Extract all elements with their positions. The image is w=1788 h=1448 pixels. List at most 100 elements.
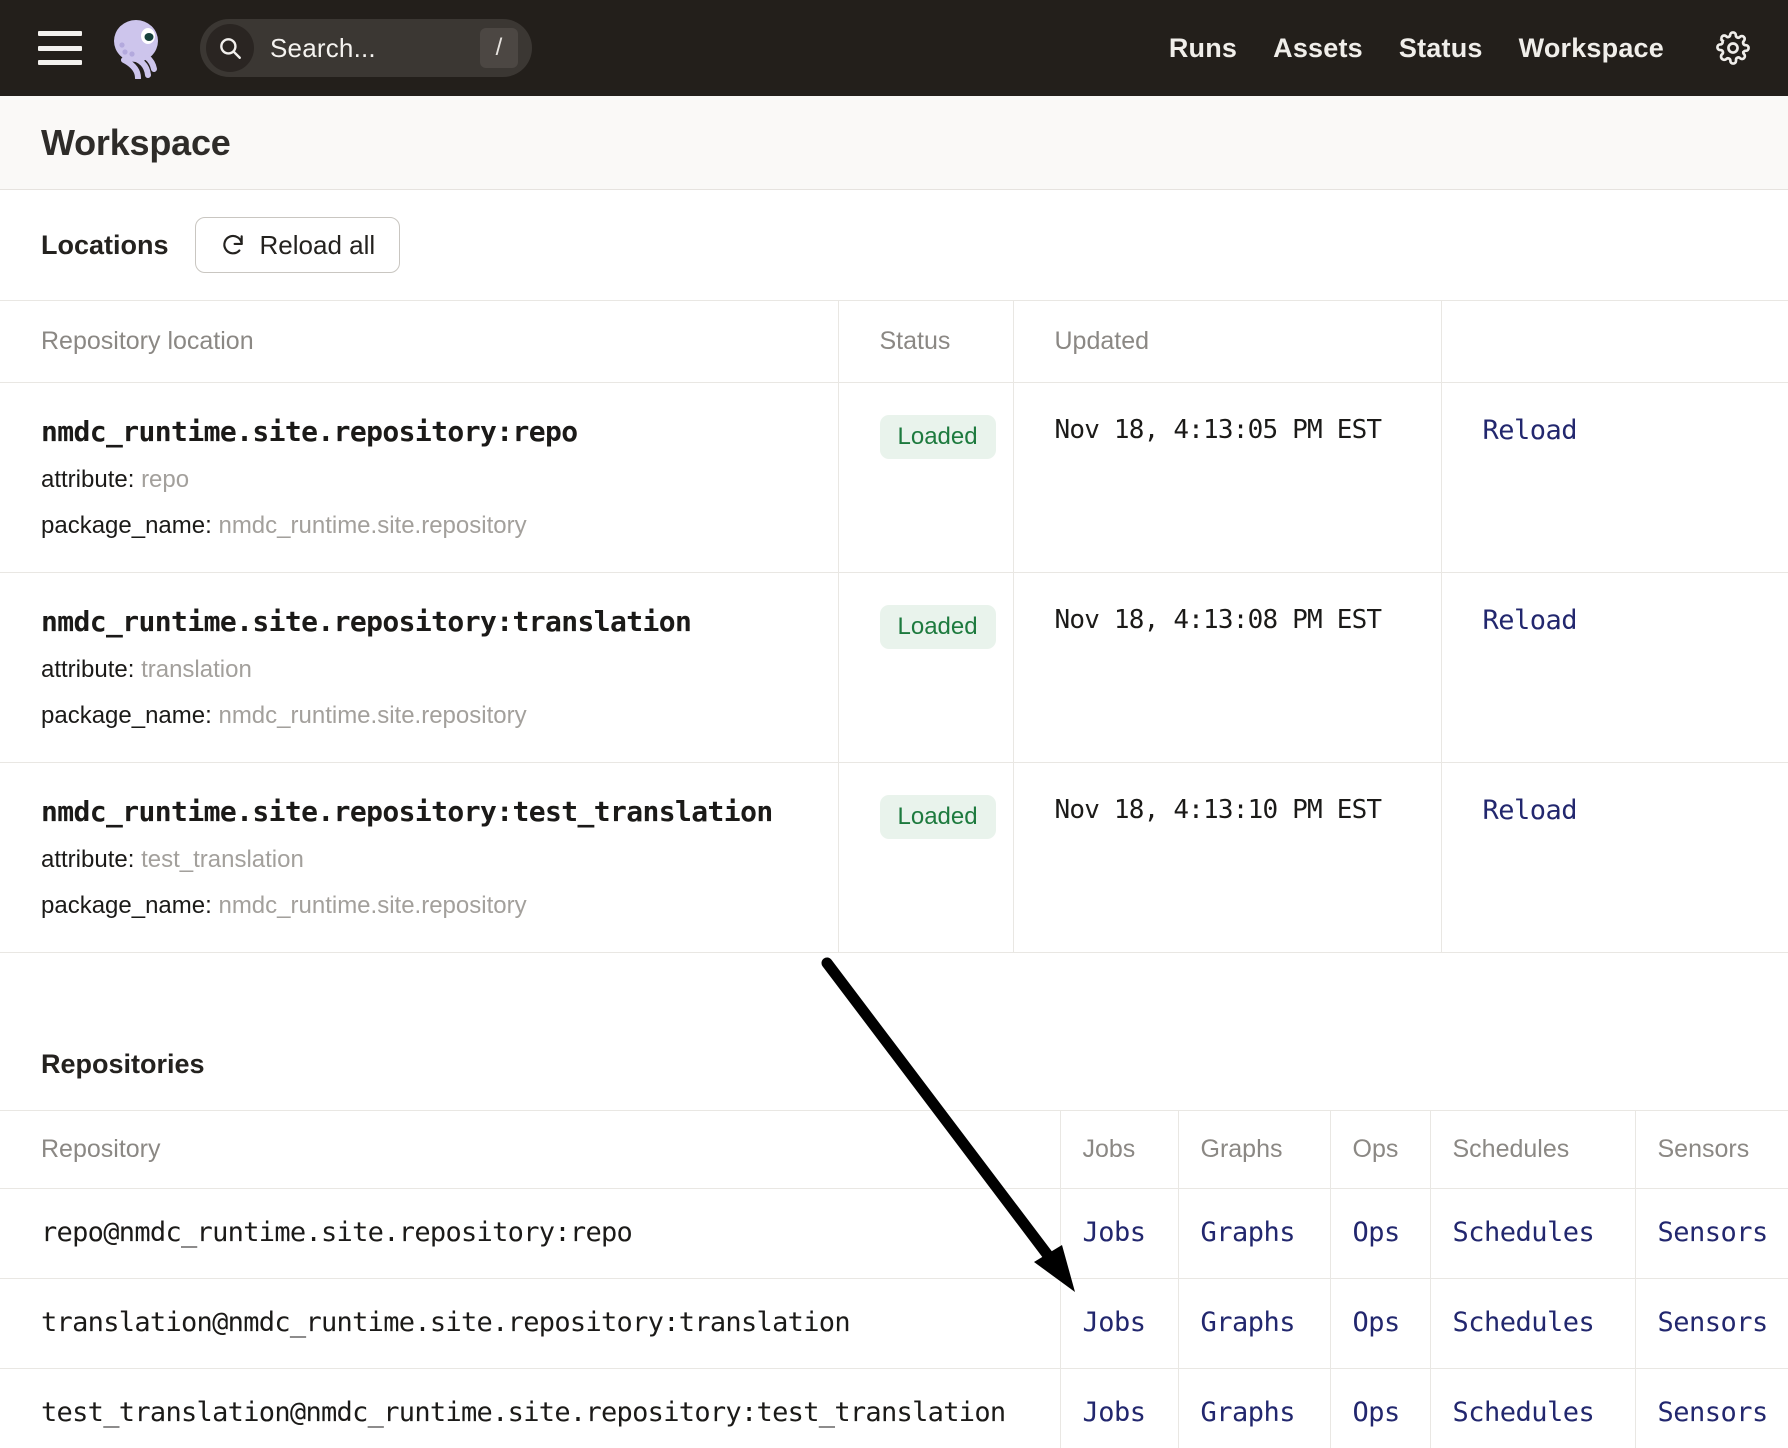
jobs-link[interactable]: Jobs [1083,1307,1147,1338]
sensors-link[interactable]: Sensors [1658,1397,1769,1428]
status-cell: Loaded [837,382,1013,573]
graphs-cell: Graphs [1177,1368,1330,1448]
location-attribute: attribute: test_translation [41,846,838,874]
status-cell: Loaded [837,572,1013,763]
action-cell: Reload [1440,762,1788,953]
updated-timestamp: Nov 18, 4:13:10 PM EST [1054,795,1383,825]
location-package: package_name: nmdc_runtime.site.reposito… [41,512,838,540]
nav-link-workspace[interactable]: Workspace [1519,33,1664,64]
search-input[interactable]: Search... / [200,19,532,77]
updated-timestamp: Nov 18, 4:13:08 PM EST [1054,605,1383,635]
ops-link[interactable]: Ops [1353,1307,1401,1338]
location-attribute: attribute: repo [41,466,838,494]
jobs-cell: Jobs [1059,1368,1178,1448]
section-spacer [0,953,1788,1015]
status-badge: Loaded [879,795,996,839]
locations-header-row: Repository location Status Updated [0,300,1788,383]
jobs-cell: Jobs [1059,1188,1178,1279]
sensors-cell: Sensors [1634,1368,1788,1448]
location-package: package_name: nmdc_runtime.site.reposito… [41,702,838,730]
table-row: nmdc_runtime.site.repository:translation… [0,572,1788,763]
status-cell: Loaded [837,762,1013,953]
schedules-cell: Schedules [1429,1368,1635,1448]
updated-timestamp: Nov 18, 4:13:05 PM EST [1054,415,1383,445]
table-row: test_translation@nmdc_runtime.site.repos… [0,1368,1788,1448]
status-badge: Loaded [879,415,996,459]
jobs-cell: Jobs [1059,1278,1178,1369]
page-title: Workspace [41,121,231,163]
updated-cell: Nov 18, 4:13:08 PM EST [1012,572,1441,763]
column-header-repository: Repository [0,1110,1060,1189]
ops-link[interactable]: Ops [1353,1397,1401,1428]
package-value: nmdc_runtime.site.repository [218,512,527,539]
refresh-icon [222,234,243,255]
schedules-link[interactable]: Schedules [1453,1307,1595,1338]
attribute-value: translation [141,656,252,683]
sensors-link[interactable]: Sensors [1658,1217,1769,1248]
package-label: package_name: [41,512,212,539]
sensors-cell: Sensors [1634,1188,1788,1279]
locations-toolbar: Locations Reload all [0,190,1788,300]
reload-all-label: Reload all [259,229,376,260]
package-label: package_name: [41,702,212,729]
dagster-octopus-logo[interactable] [108,17,168,79]
jobs-link[interactable]: Jobs [1083,1397,1147,1428]
package-value: nmdc_runtime.site.repository [218,892,527,919]
ops-link[interactable]: Ops [1353,1217,1401,1248]
location-name: nmdc_runtime.site.repository:translation [41,605,692,638]
jobs-link[interactable]: Jobs [1083,1217,1147,1248]
repository-name: repo@nmdc_runtime.site.repository:repo [41,1217,633,1248]
locations-table: Repository location Status Updated nmdc_… [0,300,1788,953]
repository-name: translation@nmdc_runtime.site.repository… [41,1307,851,1338]
action-cell: Reload [1440,382,1788,573]
reload-link[interactable]: Reload [1483,605,1578,636]
nav-links: Runs Assets Status Workspace [1169,0,1750,96]
attribute-label: attribute: [41,656,135,683]
nav-link-status[interactable]: Status [1399,33,1483,64]
action-cell: Reload [1440,572,1788,763]
reload-link[interactable]: Reload [1483,415,1578,446]
schedules-link[interactable]: Schedules [1453,1217,1595,1248]
sensors-link[interactable]: Sensors [1658,1307,1769,1338]
table-row: repo@nmdc_runtime.site.repository:repo J… [0,1188,1788,1279]
repository-cell: repo@nmdc_runtime.site.repository:repo [0,1188,1060,1279]
location-name: nmdc_runtime.site.repository:test_transl… [41,795,773,828]
package-value: nmdc_runtime.site.repository [218,702,527,729]
ops-cell: Ops [1329,1188,1430,1279]
status-badge: Loaded [879,605,996,649]
ops-cell: Ops [1329,1368,1430,1448]
column-header-status: Status [837,300,1013,383]
location-cell: nmdc_runtime.site.repository:translation… [0,572,838,763]
updated-cell: Nov 18, 4:13:05 PM EST [1012,382,1441,573]
search-placeholder: Search... [270,32,376,63]
gear-icon[interactable] [1716,31,1750,65]
reload-all-button[interactable]: Reload all [194,217,401,273]
column-header-sensors: Sensors [1634,1110,1788,1189]
top-navigation-bar: Search... / Runs Assets Status Workspace [0,0,1788,96]
package-label: package_name: [41,892,212,919]
graphs-link[interactable]: Graphs [1201,1217,1296,1248]
nav-link-assets[interactable]: Assets [1273,33,1363,64]
table-row: nmdc_runtime.site.repository:test_transl… [0,762,1788,953]
graphs-link[interactable]: Graphs [1201,1397,1296,1428]
location-cell: nmdc_runtime.site.repository:test_transl… [0,762,838,953]
nav-link-runs[interactable]: Runs [1169,33,1237,64]
column-header-repository-location: Repository location [0,300,838,383]
schedules-link[interactable]: Schedules [1453,1397,1595,1428]
attribute-value: repo [141,466,190,493]
graphs-cell: Graphs [1177,1278,1330,1369]
table-row: nmdc_runtime.site.repository:repo attrib… [0,382,1788,573]
attribute-value: test_translation [141,846,304,873]
repository-cell: test_translation@nmdc_runtime.site.repos… [0,1368,1060,1448]
reload-link[interactable]: Reload [1483,795,1578,826]
location-attribute: attribute: translation [41,656,838,684]
hamburger-menu-icon[interactable] [38,31,82,65]
column-header-actions [1440,300,1788,383]
sensors-cell: Sensors [1634,1278,1788,1369]
repositories-table: Repository Jobs Graphs Ops Schedules Sen… [0,1110,1788,1448]
graphs-link[interactable]: Graphs [1201,1307,1296,1338]
locations-label: Locations [41,229,169,260]
column-header-graphs: Graphs [1177,1110,1330,1189]
column-header-updated: Updated [1012,300,1441,383]
ops-cell: Ops [1329,1278,1430,1369]
